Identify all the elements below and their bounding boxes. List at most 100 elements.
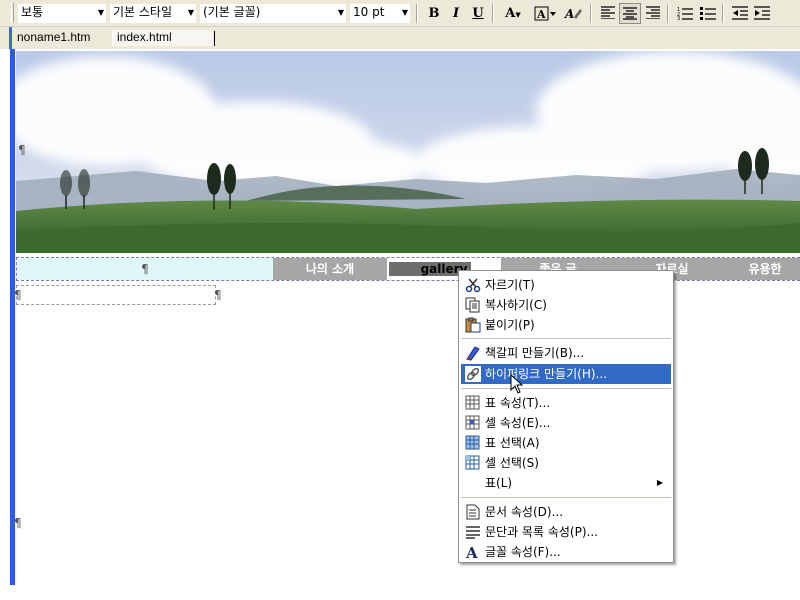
font-color-button[interactable]: A▼ [498,3,528,24]
svg-text:3: 3 [677,16,680,20]
paragraph-properties-icon [466,526,480,539]
align-right-button[interactable] [642,3,664,24]
menu-item-hyperlink[interactable]: 하이퍼링크 만들기(H)... [461,364,671,384]
bullet-list-button[interactable] [697,3,719,24]
chevron-down-icon: ▼ [337,8,344,17]
nav-cell-empty[interactable]: ¶ [17,258,273,280]
chevron-down-icon: ▼ [187,8,194,17]
clear-format-button[interactable]: A [562,3,584,24]
svg-text:A: A [564,7,574,21]
nav-label-about: 나의 소개 [305,262,355,276]
mouse-pointer-icon [510,374,524,394]
menu-item-paragraph-properties[interactable]: 문단과 목록 속성(P)... [461,522,671,542]
font-properties-icon: A [465,544,478,560]
highlight-color-icon: A [534,6,556,21]
menu-item-font-properties[interactable]: A 글꼴 속성(F)... [461,542,671,562]
paragraph-mark: ¶ [18,143,26,157]
numbered-list-button[interactable]: 123 [674,3,696,24]
editor-area[interactable]: ¶ ¶ 나의 소개 gallery 좋은 글 자료실 유용한 ¶ ¶ ¶ [10,49,800,600]
paragraph-mark: ¶ [14,516,22,530]
landscape-banner-image [16,51,800,253]
nav-cell-useful[interactable]: 유용한 [729,258,800,280]
base-style-dropdown[interactable]: 기본 스타일 ▼ [110,4,196,23]
text-cursor [214,31,215,46]
context-menu: 자르기(T) 복사하기(C) 붙이기(P) 책갈피 만들기(B)... 하이퍼링… [458,270,674,563]
italic-button[interactable]: I [445,3,467,24]
nav-table-row[interactable]: ¶ 나의 소개 gallery 좋은 글 자료실 유용한 [16,257,800,281]
menu-label-font-properties: 글꼴 속성(F)... [485,545,561,559]
tab-index-html[interactable]: index.html [112,30,213,46]
bold-button[interactable]: B [423,3,445,24]
editor-margin-bar [10,49,15,585]
align-center-button[interactable] [619,3,641,24]
nav-label-useful: 유용한 [748,262,782,276]
select-table-icon [465,435,480,450]
menu-label-cut: 자르기(T) [485,278,535,292]
toolbar-separator [722,4,724,23]
numbered-list-icon: 123 [677,7,693,20]
formatting-toolbar: 보통 ▼ 기본 스타일 ▼ (기본 글꼴) ▼ 10 pt ▼ B I U A▼… [0,0,800,27]
bullet-list-icon [700,7,716,20]
align-left-button[interactable] [597,3,619,24]
menu-label-select-cell: 셀 선택(S) [485,456,539,470]
menu-item-table-submenu[interactable]: 표(L) ▶ [461,473,671,493]
menu-label-select-table: 표 선택(A) [485,436,540,450]
paragraph-mark: ¶ [14,288,22,302]
menu-label-document-properties: 문서 속성(D)... [485,505,564,519]
menu-separator [461,338,671,339]
menu-item-select-cell[interactable]: 셀 선택(S) [461,453,671,473]
font-dropdown[interactable]: (기본 글꼴) ▼ [200,4,346,23]
menu-item-bookmark[interactable]: 책갈피 만들기(B)... [461,343,671,363]
paragraph-mark: ¶ [214,288,222,302]
select-cell-icon [465,455,480,470]
toolbar-separator [492,4,494,23]
toolbar-separator [416,4,418,23]
clear-format-icon: A [564,7,582,21]
toolbar-separator [590,4,592,23]
document-tab-bar: noname1.htm index.html [0,27,800,49]
hyperlink-icon [465,366,481,382]
toolbar-separator [667,4,669,23]
table-properties-icon [465,395,480,410]
indent-button[interactable] [751,3,773,24]
indent-icon [754,6,770,20]
paragraph-style-dropdown[interactable]: 보통 ▼ [18,4,106,23]
paste-icon [465,317,481,333]
font-size-dropdown[interactable]: 10 pt ▼ [350,4,410,23]
copy-icon [465,297,480,313]
menu-label-bookmark: 책갈피 만들기(B)... [485,346,585,360]
menu-label-paste: 붙이기(P) [485,318,535,332]
font-size-value: 10 pt [353,5,385,19]
svg-text:A: A [465,544,478,560]
svg-text:A: A [536,8,546,21]
bookmark-icon [466,346,480,361]
menu-separator [461,497,671,498]
chevron-down-icon: ▼ [401,8,408,17]
menu-label-cell-properties: 셀 속성(E)... [485,416,551,430]
base-style-value: 기본 스타일 [113,5,173,19]
font-value: (기본 글꼴) [203,5,261,19]
menu-item-cut[interactable]: 자르기(T) [461,275,671,295]
menu-item-document-properties[interactable]: 문서 속성(D)... [461,502,671,522]
underline-button[interactable]: U [467,3,489,24]
menu-separator [461,388,671,389]
menu-label-table-properties: 표 속성(T)... [485,396,551,410]
paragraph-style-value: 보통 [21,5,44,19]
tab-noname1[interactable]: noname1.htm [13,30,94,46]
menu-label-table-submenu: 표(L) [485,476,513,490]
nav-cell-about[interactable]: 나의 소개 [273,258,387,280]
outdent-button[interactable] [729,3,751,24]
menu-item-table-properties[interactable]: 표 속성(T)... [461,393,671,413]
document-properties-icon [466,504,480,520]
highlight-color-button[interactable]: A [530,3,560,24]
outdent-icon [732,6,748,20]
toolbar-grip[interactable] [11,3,14,23]
tab-bar-edge [9,27,12,49]
font-color-label: A [505,6,516,21]
menu-item-paste[interactable]: 붙이기(P) [461,315,671,335]
align-left-icon [601,6,615,19]
menu-item-cell-properties[interactable]: 셀 속성(E)... [461,413,671,433]
menu-item-select-table[interactable]: 표 선택(A) [461,433,671,453]
content-table-cell[interactable] [16,285,216,305]
menu-item-copy[interactable]: 복사하기(C) [461,295,671,315]
